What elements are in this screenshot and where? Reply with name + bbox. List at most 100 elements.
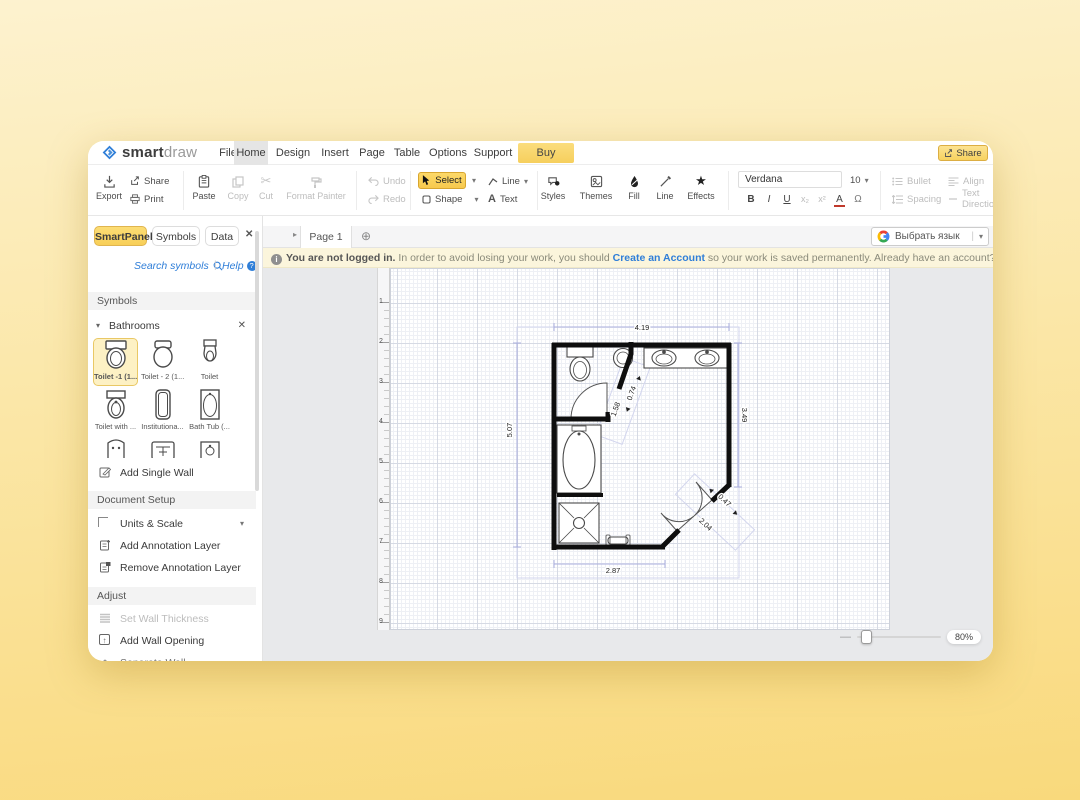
menu-options[interactable]: Options xyxy=(427,141,469,165)
cut-button[interactable]: ✂ Cut xyxy=(254,171,278,201)
units-scale-button[interactable]: Units & Scale ▾ xyxy=(88,514,256,534)
select-tool-button[interactable]: Select xyxy=(418,172,466,189)
buy-button[interactable]: Buy xyxy=(518,143,574,163)
search-symbols-link[interactable]: Search symbols xyxy=(134,260,223,272)
tab-data[interactable]: Data xyxy=(205,226,239,246)
shape-tool-button[interactable]: Shape ▾ xyxy=(422,192,479,206)
double-door-leaf-2 xyxy=(661,513,694,531)
bullet-icon xyxy=(892,175,903,187)
help-link[interactable]: Help ? xyxy=(222,260,257,272)
redo-button[interactable]: Redo xyxy=(368,192,406,206)
special-character-button[interactable]: Ω xyxy=(851,194,865,205)
menu-support[interactable]: Support xyxy=(471,141,515,165)
add-wall-opening-button[interactable]: ↑ Add Wall Opening xyxy=(88,631,256,651)
export-icon xyxy=(94,171,124,191)
share-icon xyxy=(944,149,953,158)
subscript-button[interactable]: x₂ xyxy=(798,194,812,204)
symbol-grid: Toilet -1 (1... Toilet - 2 (1... Toilet … xyxy=(88,338,256,458)
create-account-link[interactable]: Create an Account xyxy=(613,252,705,264)
undo-button[interactable]: Undo xyxy=(368,174,406,188)
symbol-toilet-2[interactable]: Toilet - 2 (1... xyxy=(140,338,185,386)
shape-dropdown-chevron[interactable]: ▾ xyxy=(474,195,478,204)
bullet-button[interactable]: Bullet xyxy=(892,174,931,188)
underline-button[interactable]: U xyxy=(780,194,794,205)
print-button[interactable]: Print xyxy=(130,192,164,206)
close-panel-icon[interactable]: ✕ xyxy=(245,229,253,240)
remove-category-icon[interactable]: ✕ xyxy=(238,316,246,336)
language-select-button[interactable]: Выбрать язык | ▾ xyxy=(871,227,989,246)
zoom-out-icon[interactable]: — xyxy=(840,631,851,643)
vertical-ruler: 1 2 3 4 5 6 7 8 9 xyxy=(377,268,390,630)
institutional-toilet-icon xyxy=(146,389,180,421)
floor-plan[interactable]: 4.19 3.49 5.07 2.87 0.74 1.58 0.47 xyxy=(391,269,891,631)
line-tool-icon xyxy=(488,175,498,187)
zoom-slider[interactable] xyxy=(857,636,941,638)
remove-annotation-layer-button[interactable]: Remove Annotation Layer xyxy=(88,558,256,578)
tab-page-1[interactable]: Page 1 xyxy=(300,226,352,248)
superscript-button[interactable]: x² xyxy=(815,194,829,204)
menu-insert[interactable]: Insert xyxy=(317,141,353,165)
paste-button[interactable]: Paste xyxy=(188,171,220,201)
line-dropdown-chevron[interactable]: ▾ xyxy=(524,177,528,186)
select-dropdown-chevron[interactable]: ▾ xyxy=(472,176,476,185)
smartdraw-logo[interactable]: smartdraw xyxy=(102,144,197,161)
menu-page[interactable]: Page xyxy=(356,141,388,165)
drawing-page[interactable]: 4.19 3.49 5.07 2.87 0.74 1.58 0.47 xyxy=(390,268,890,630)
font-size-select[interactable]: 10 ▾ xyxy=(850,173,869,187)
export-button[interactable]: Export xyxy=(94,171,124,201)
menu-table[interactable]: Table xyxy=(390,141,424,165)
share-button[interactable]: Share xyxy=(130,174,169,188)
styles-button[interactable]: Styles xyxy=(536,171,570,201)
units-scale-chevron[interactable]: ▾ xyxy=(240,514,244,534)
fill-button[interactable]: Fill xyxy=(622,171,646,201)
bathroom-fixtures[interactable] xyxy=(557,346,728,545)
text-tool-icon: A xyxy=(488,193,496,205)
zoom-slider-handle[interactable] xyxy=(861,630,872,644)
symbol-partial-3[interactable] xyxy=(187,438,232,458)
line-style-button[interactable]: Line xyxy=(652,171,678,201)
dim-right: 3.49 xyxy=(740,408,749,423)
spacing-button[interactable]: Spacing xyxy=(892,192,941,206)
font-family-select[interactable]: Verdana xyxy=(738,171,842,188)
drawing-canvas[interactable]: 1 2 3 4 5 6 7 8 9 xyxy=(263,268,993,661)
page-tab-bar: ▸ Page 1 ⊕ Выбрать язык | ▾ xyxy=(263,226,993,248)
italic-button[interactable]: I xyxy=(762,194,776,205)
text-direction-button[interactable]: Text Direction xyxy=(948,192,993,206)
add-single-wall-button[interactable]: Add Single Wall xyxy=(88,463,256,483)
share-button-top[interactable]: Share xyxy=(938,145,988,161)
format-painter-icon xyxy=(280,171,352,191)
symbol-institutional[interactable]: Institutiona... xyxy=(140,388,185,436)
font-color-button[interactable]: A xyxy=(834,194,845,207)
line-tool-button[interactable]: Line ▾ xyxy=(488,174,528,188)
symbol-toilet[interactable]: Toilet xyxy=(187,338,232,386)
smartdraw-window: smartdraw File Home Design Insert Page T… xyxy=(88,141,993,661)
symbol-toilet-with[interactable]: Toilet with ... xyxy=(93,388,138,436)
add-page-icon[interactable]: ⊕ xyxy=(361,229,371,243)
menu-design[interactable]: Design xyxy=(273,141,313,165)
bold-button[interactable]: B xyxy=(744,194,758,205)
copy-button[interactable]: Copy xyxy=(224,171,252,201)
symbols-section-header[interactable]: Symbols xyxy=(88,292,256,310)
copy-icon xyxy=(224,171,252,191)
themes-button[interactable]: Themes xyxy=(578,171,614,201)
symbol-partial-1[interactable] xyxy=(93,438,138,458)
separate-wall-button[interactable]: Separate Wall xyxy=(88,653,256,661)
symbol-bath-tub[interactable]: Bath Tub (... xyxy=(187,388,232,436)
category-bathrooms[interactable]: ▾ Bathrooms ✕ xyxy=(88,316,256,336)
menu-home[interactable]: Home xyxy=(234,141,268,165)
symbol-partial-2[interactable] xyxy=(140,438,185,458)
dim-top: 4.19 xyxy=(635,323,650,332)
set-wall-thickness-button[interactable]: Set Wall Thickness xyxy=(88,609,256,629)
separate-wall-icon xyxy=(98,656,111,661)
format-painter-button[interactable]: Format Painter xyxy=(280,171,352,201)
tab-symbols[interactable]: Symbols xyxy=(152,226,200,246)
text-tool-button[interactable]: A Text xyxy=(488,192,517,206)
pencil-icon xyxy=(98,466,111,479)
effects-button[interactable]: ★ Effects xyxy=(684,171,718,201)
pages-arrow-icon[interactable]: ▸ xyxy=(293,230,297,239)
symbol-toilet-1[interactable]: Toilet -1 (1... xyxy=(93,338,138,386)
panel-scrollbar[interactable] xyxy=(255,231,259,491)
tab-smartpanel[interactable]: SmartPanel xyxy=(94,226,147,246)
align-button[interactable]: Align xyxy=(948,174,984,188)
add-annotation-layer-button[interactable]: Add Annotation Layer xyxy=(88,536,256,556)
